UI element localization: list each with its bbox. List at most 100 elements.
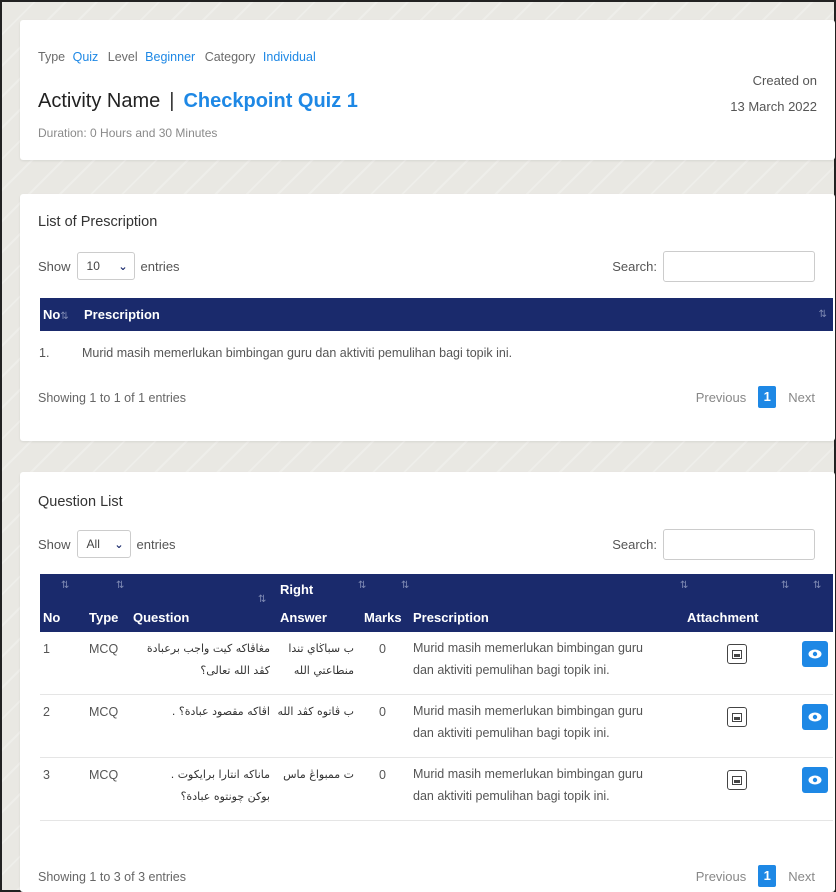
chevron-down-icon: ⌄: [114, 538, 124, 551]
page-title: Activity Name | Checkpoint Quiz 1: [38, 90, 358, 113]
row-prescription-line1: Murid masih memerlukan bimbingan guru: [413, 641, 643, 655]
question-search: Search:: [612, 529, 815, 560]
row-right-answer: ب سباڬاي تندا منطاعتي الله: [272, 638, 354, 682]
question-table-header: ⇅ No ⇅ Type ⇅ Question Right Answer ⇅ ⇅ …: [40, 574, 833, 632]
chevron-down-icon: ⌄: [118, 260, 128, 273]
table-row: 1 MCQ مڠاڤاكه كيت واجب برعبادة كڤد الله …: [40, 632, 833, 695]
sort-icon[interactable]: ⇅: [116, 580, 124, 591]
eye-icon: [808, 649, 822, 659]
row-no: 3: [43, 768, 50, 782]
row-prescription: Murid masih memerlukan bimbingan guru da…: [413, 763, 643, 807]
column-header-prescription[interactable]: Prescription: [84, 307, 160, 322]
show-label: Show: [38, 258, 71, 274]
view-button[interactable]: [802, 641, 828, 667]
row-type: MCQ: [89, 768, 119, 782]
activity-info-card: Type Quiz Level Beginner Category Indivi…: [20, 20, 835, 160]
entries-label: entries: [136, 536, 176, 552]
sort-icon[interactable]: ⇅: [258, 594, 266, 605]
row-prescription-line1: Murid masih memerlukan bimbingan guru: [413, 704, 643, 718]
row-no: 2: [43, 705, 50, 719]
sort-icon[interactable]: ⇅: [813, 580, 821, 591]
row-question: ماناكه انتارا برايكوت . بوكن چونتوه عباد…: [128, 764, 270, 808]
entries-select-value: All: [86, 537, 100, 551]
image-icon: [732, 775, 742, 785]
previous-button[interactable]: Previous: [696, 390, 747, 405]
search-input[interactable]: [663, 251, 815, 282]
column-header-marks[interactable]: Marks: [364, 610, 402, 625]
column-header-right-answer-line1[interactable]: Right: [280, 582, 313, 597]
column-header-attachment[interactable]: Attachment: [687, 610, 759, 625]
row-prescription-line2: dan aktiviti pemulihan bagi topik ini.: [413, 663, 610, 677]
row-marks: 0: [379, 768, 386, 782]
attachment-button[interactable]: [727, 644, 747, 664]
previous-button[interactable]: Previous: [696, 869, 747, 884]
eye-icon: [808, 712, 822, 722]
entries-select[interactable]: 10 ⌄: [76, 252, 135, 280]
column-header-right-answer-line2[interactable]: Answer: [280, 610, 327, 625]
sort-icon[interactable]: ⇅: [61, 580, 69, 591]
row-marks: 0: [379, 642, 386, 656]
view-button[interactable]: [802, 704, 828, 730]
title-separator: |: [169, 90, 175, 112]
activity-name-value: Checkpoint Quiz 1: [183, 90, 358, 112]
page-1-button[interactable]: 1: [758, 865, 777, 887]
prescription-list-title: List of Prescription: [38, 214, 158, 230]
sort-icon[interactable]: ⇅: [680, 580, 688, 591]
search-label: Search:: [612, 259, 657, 274]
view-button[interactable]: [802, 767, 828, 793]
row-question-line2: بوكن چونتوه عبادة؟: [180, 790, 270, 803]
question-entries-control: Show All ⌄ entries: [38, 530, 176, 558]
search-label: Search:: [612, 537, 657, 552]
search-input[interactable]: [663, 529, 815, 560]
table-row: 2 MCQ اڤاكه مقصود عبادة؟ . ب ڤاتوه كڤد ا…: [40, 695, 833, 758]
question-list-card: Question List Show All ⌄ entries Search:…: [20, 472, 835, 892]
row-answer-line1: ب سباڬاي تندا: [288, 642, 354, 655]
row-question-line1: مڠاڤاكه كيت واجب برعبادة: [146, 642, 270, 655]
row-type: MCQ: [89, 705, 119, 719]
next-button[interactable]: Next: [788, 390, 815, 405]
row-answer-line2: منطاعتي الله: [293, 664, 354, 677]
row-answer-line1: ب ڤاتوه كڤد الله: [277, 705, 354, 718]
column-header-prescription[interactable]: Prescription: [413, 610, 489, 625]
row-no: 1: [43, 642, 50, 656]
row-prescription: Murid masih memerlukan bimbingan guru da…: [413, 700, 643, 744]
column-header-question[interactable]: Question: [133, 610, 189, 625]
sort-icon[interactable]: ⇅: [401, 580, 409, 591]
column-header-no[interactable]: No⇅: [43, 307, 69, 322]
row-question-line1: اڤاكه مقصود عبادة؟ .: [171, 705, 270, 718]
pagination: Previous 1 Next: [696, 386, 815, 408]
row-question: مڠاڤاكه كيت واجب برعبادة كڤد الله تعالى؟: [128, 638, 270, 682]
row-answer-line1: ت ممبواڠ ماس: [283, 768, 354, 781]
sort-icon: ⇅: [60, 311, 69, 322]
sort-icon[interactable]: ⇅: [358, 580, 366, 591]
activity-meta: Type Quiz Level Beginner Category Indivi…: [38, 50, 322, 64]
prescription-list-card: List of Prescription Show 10 ⌄ entries S…: [20, 194, 835, 441]
entries-select[interactable]: All ⌄: [76, 530, 131, 558]
eye-icon: [808, 775, 822, 785]
attachment-button[interactable]: [727, 707, 747, 727]
page-1-button[interactable]: 1: [758, 386, 777, 408]
row-question-line1: ماناكه انتارا برايكوت .: [170, 768, 270, 781]
activity-name-label: Activity Name: [38, 90, 161, 112]
entries-label: entries: [140, 258, 180, 274]
row-prescription-line2: dan aktiviti pemulihan bagi topik ini.: [413, 726, 610, 740]
row-question: اڤاكه مقصود عبادة؟ .: [128, 701, 270, 723]
row-prescription: Murid masih memerlukan bimbingan guru da…: [413, 637, 643, 681]
row-prescription: Murid masih memerlukan bimbingan guru da…: [82, 346, 513, 360]
column-header-type[interactable]: Type: [89, 610, 118, 625]
created-label: Created on: [752, 73, 817, 88]
row-prescription-line1: Murid masih memerlukan bimbingan guru: [413, 767, 643, 781]
created-date: 13 March 2022: [730, 99, 817, 114]
type-value: Quiz: [72, 50, 99, 64]
created-info: Created on 13 March 2022: [730, 68, 817, 120]
next-button[interactable]: Next: [788, 869, 815, 884]
sort-icon[interactable]: ⇅: [781, 580, 789, 591]
prescription-entries-control: Show 10 ⌄ entries: [38, 252, 180, 280]
table-info: Showing 1 to 1 of 1 entries: [38, 391, 187, 405]
row-type: MCQ: [89, 642, 119, 656]
column-header-no[interactable]: No: [43, 610, 60, 625]
sort-icon[interactable]: ⇅: [819, 309, 827, 320]
table-info: Showing 1 to 3 of 3 entries: [38, 870, 187, 884]
attachment-button[interactable]: [727, 770, 747, 790]
image-icon: [732, 649, 742, 659]
